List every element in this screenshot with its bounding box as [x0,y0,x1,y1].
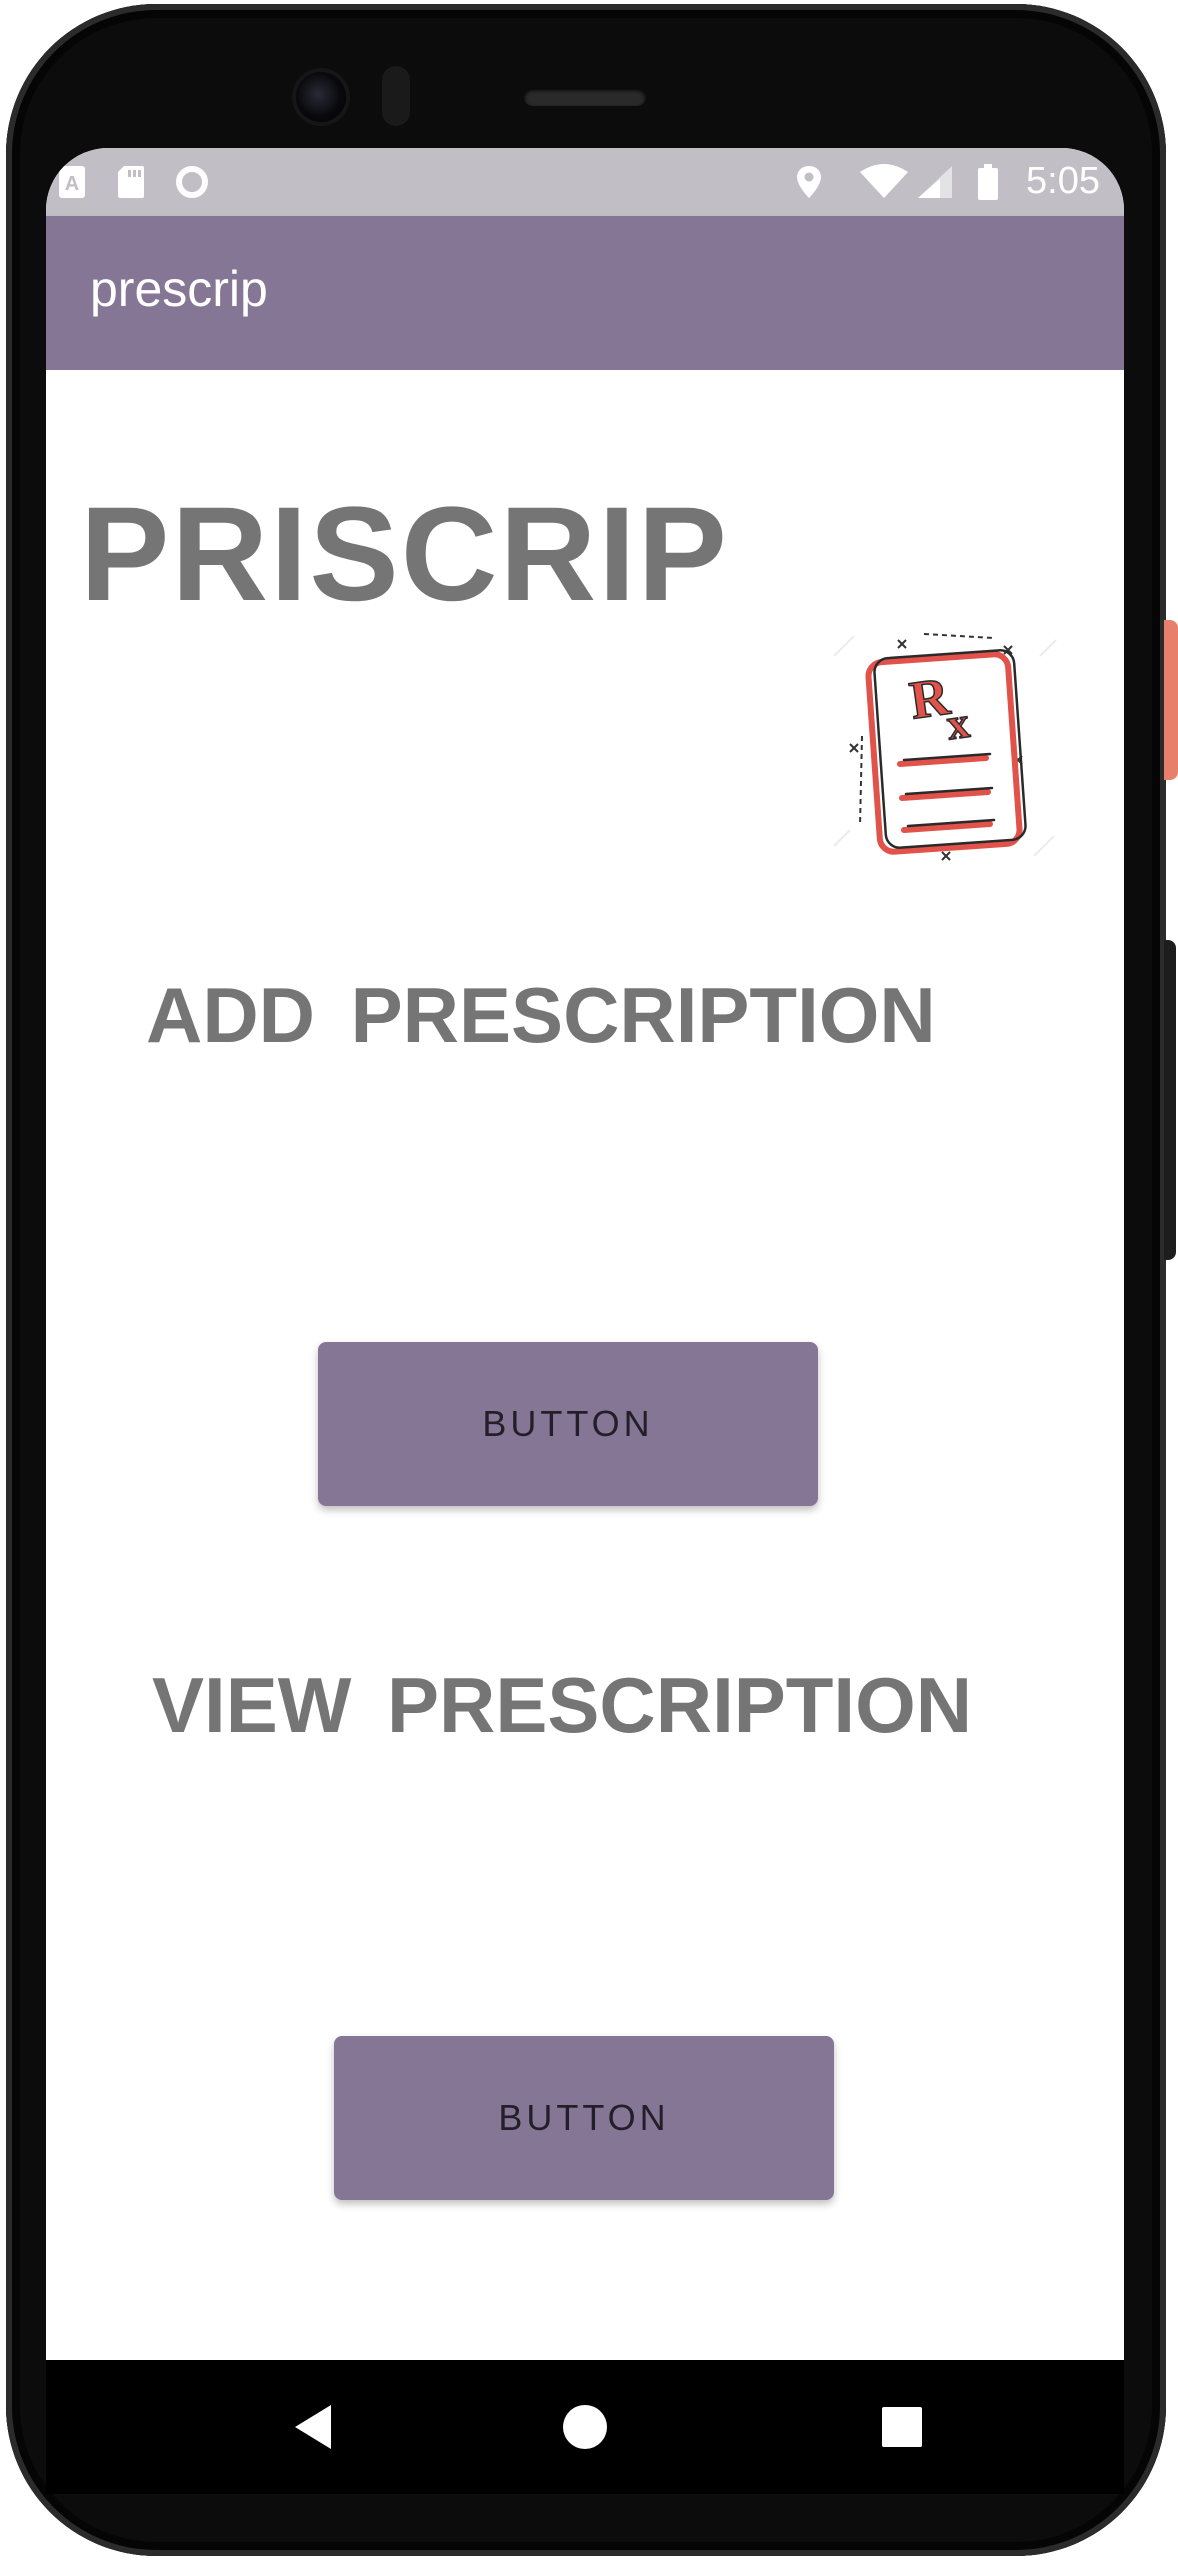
wifi-icon [860,164,908,198]
sd-card-icon [118,166,144,198]
status-time: 5:05 [1026,160,1100,202]
app-title: prescrip [90,261,268,317]
nav-recents-button[interactable] [835,2360,969,2494]
back-icon [295,2405,331,2449]
nav-home-button[interactable] [518,2360,652,2494]
navigation-bar [46,2360,1124,2494]
battery-icon [978,164,998,200]
notification-a-icon: A [59,166,85,198]
rx-prescription-icon: R x [833,633,1057,861]
svg-text:A: A [65,173,79,195]
app-bar: prescrip [46,216,1124,370]
add-prescription-heading: ADD PRESCRIPTION [146,971,936,1059]
recents-icon [882,2407,922,2447]
front-camera [296,72,346,122]
device-stage: A 5:05 prescrip PRISCRIP R x ADD PRESCRI… [0,0,1178,2564]
cell-signal-icon [918,166,952,198]
nav-back-button[interactable] [246,2360,380,2494]
screen: A 5:05 prescrip PRISCRIP R x ADD PRESCRI… [46,148,1124,2360]
home-icon [563,2405,607,2449]
main-content: PRISCRIP R x ADD PRESCRIPTION BUTTON VIE… [46,370,1124,2360]
page-heading: PRISCRIP [80,480,729,629]
add-prescription-button[interactable]: BUTTON [318,1342,818,1506]
view-prescription-heading: VIEW PRESCRIPTION [152,1661,973,1749]
proximity-sensor [382,66,410,126]
circle-sync-icon [176,166,208,198]
volume-button [1164,940,1176,1260]
power-button [1164,620,1178,780]
earpiece-speaker [524,88,646,106]
view-prescription-button[interactable]: BUTTON [334,2036,834,2200]
location-icon [797,166,821,198]
status-bar: A 5:05 [46,148,1124,216]
